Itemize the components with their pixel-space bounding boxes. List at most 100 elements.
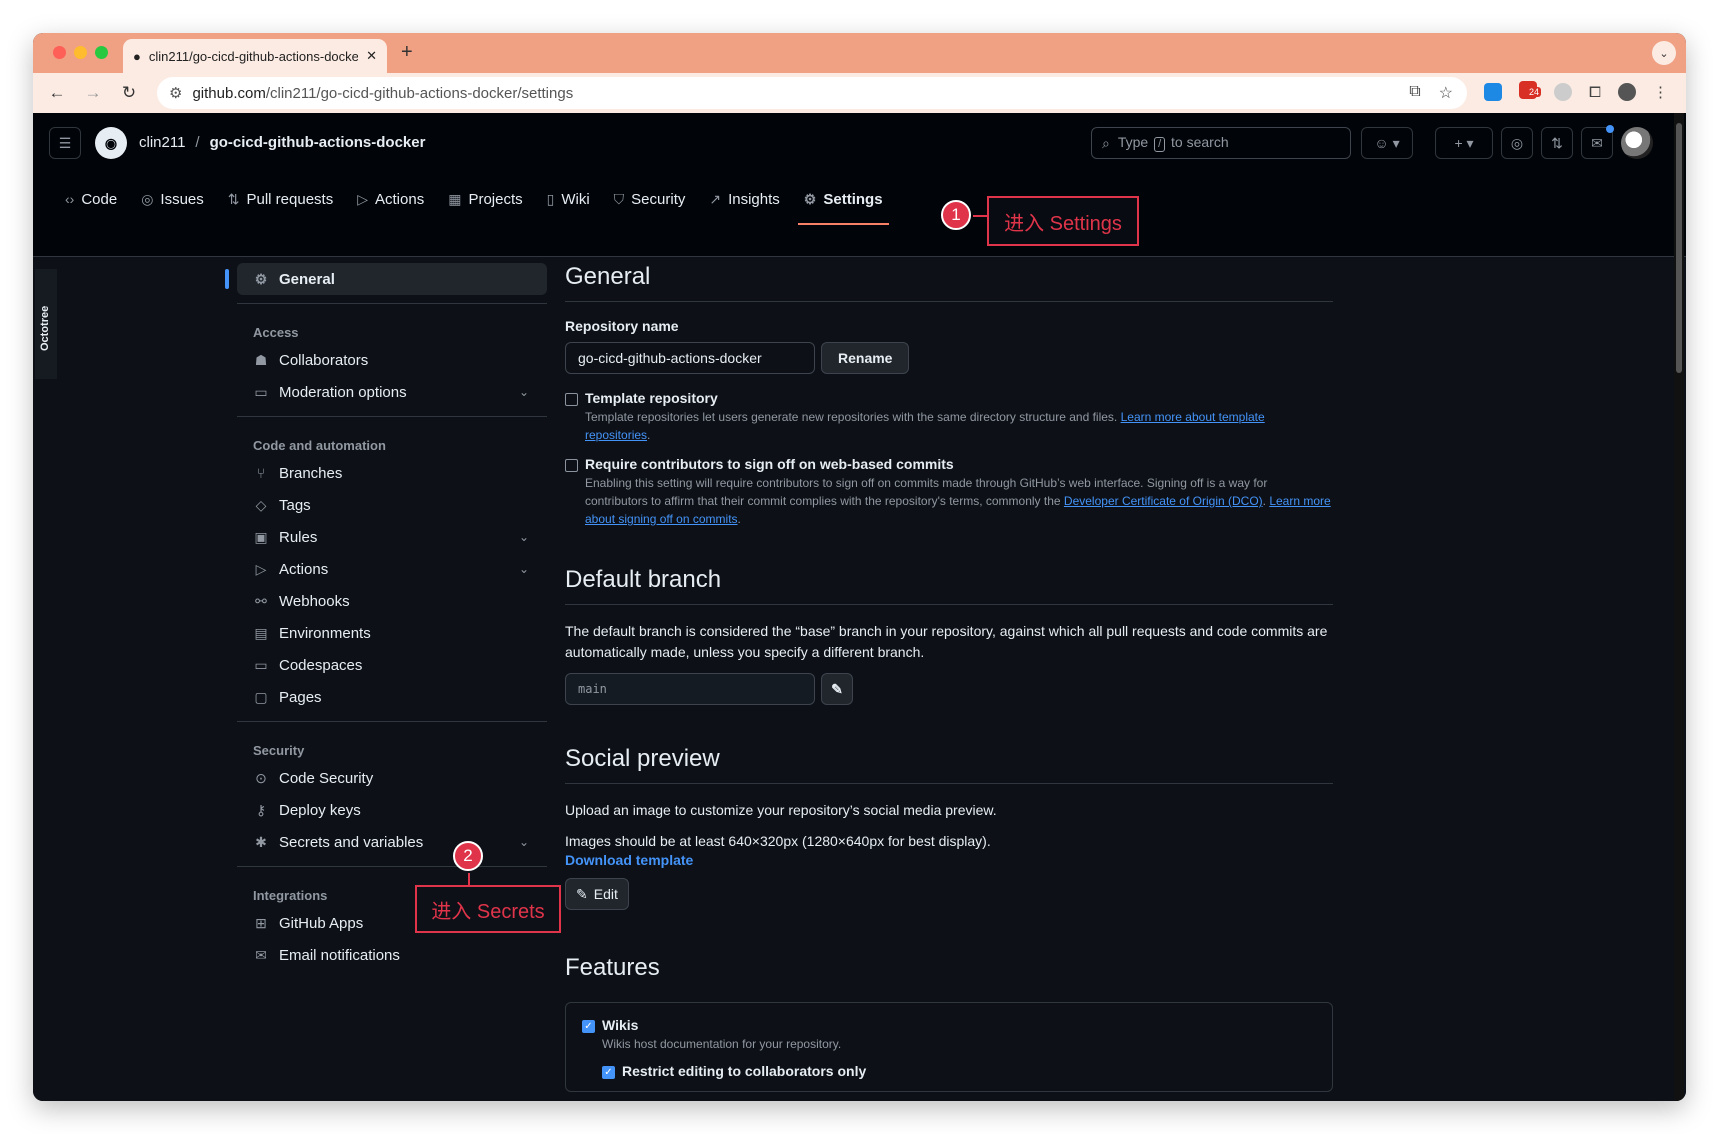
signoff-checkbox[interactable] [565, 459, 578, 472]
minimize-window-button[interactable] [74, 46, 87, 59]
url-field[interactable]: ⚙ github.com/clin211/go-cicd-github-acti… [157, 77, 1467, 109]
tab-pull-requests[interactable]: ⇅ Pull requests [216, 175, 345, 223]
webhook-icon: ⚯ [255, 592, 267, 609]
social-preview-size: Images should be at least 640×320px (128… [565, 833, 991, 849]
close-window-button[interactable] [53, 46, 66, 59]
back-button[interactable]: ← [39, 83, 75, 103]
people-icon: ☗ [254, 351, 268, 368]
sidebar-item-moderation[interactable]: ▭ Moderation options ⌄ [237, 376, 547, 408]
scrollbar[interactable] [1674, 113, 1684, 1101]
owner-link[interactable]: clin211 [139, 134, 185, 151]
default-branch-desc: The default branch is considered the “ba… [565, 623, 1328, 660]
sidebar-item-codespaces[interactable]: ▭ Codespaces [237, 649, 547, 681]
tab-security[interactable]: ⛉ Security [602, 175, 698, 223]
browser-tab[interactable]: ● clin211/go-cicd-github-actions-docker … [123, 39, 387, 73]
tab-settings[interactable]: ⚙ Settings [792, 175, 895, 225]
template-repo-checkbox[interactable] [565, 393, 578, 406]
pencil-icon: ✎ [576, 885, 588, 902]
github-logo-icon[interactable]: ◉ [95, 127, 127, 159]
sidebar-item-label: Pages [279, 688, 322, 706]
settings-sidebar: ⚙ General Access ☗ Collaborators ▭ Moderati… [225, 263, 547, 971]
sidebar-item-webhooks[interactable]: ⚯ Webhooks [237, 585, 547, 617]
reload-button[interactable]: ↻ [111, 83, 147, 103]
wikis-desc: Wikis host documentation for your reposi… [602, 1037, 842, 1051]
create-new-button[interactable]: + ▾ [1435, 127, 1493, 159]
avatar[interactable] [1621, 127, 1653, 159]
browser-icon: ▢ [254, 688, 268, 705]
sidebar-item-actions[interactable]: ▷ Actions ⌄ [237, 553, 547, 585]
close-tab-icon[interactable]: ✕ [366, 48, 377, 64]
sidebar-item-code-security[interactable]: ⊙ Code Security [237, 762, 547, 794]
bookmark-star-icon[interactable]: ☆ [1439, 83, 1453, 103]
issue-icon: ◎ [1510, 134, 1524, 151]
tab-insights[interactable]: ↗ Insights [697, 175, 791, 223]
octotree-toggle[interactable]: Octotree [35, 269, 57, 379]
react-devtools-icon[interactable] [1483, 83, 1502, 101]
sidebar-heading-security: Security [253, 743, 305, 758]
sidebar-item-branches[interactable]: ⑂ Branches [237, 457, 547, 489]
hamburger-menu-button[interactable]: ☰ [49, 127, 81, 159]
chevron-down-icon: ⌄ [518, 530, 529, 544]
address-bar: ← → ↻ ⚙ github.com/clin211/go-cicd-githu… [33, 73, 1686, 113]
sidebar-item-collaborators[interactable]: ☗ Collaborators [237, 344, 547, 376]
template-repo-desc: Template repositories let users generate… [585, 410, 1118, 424]
profile-icon[interactable] [1618, 83, 1636, 101]
play-icon: ▷ [255, 560, 267, 577]
forward-button[interactable]: → [75, 83, 111, 103]
tab-label: Actions [375, 190, 425, 208]
tab-actions[interactable]: ▷ Actions [345, 175, 436, 223]
sidebar-heading-access: Access [253, 325, 299, 340]
features-box: ✓ Wikis Wikis host documentation for you… [565, 1002, 1333, 1092]
default-branch-field: main [565, 673, 815, 705]
new-tab-button[interactable]: + [401, 41, 413, 64]
tab-search-button[interactable]: ⌄ [1652, 41, 1676, 65]
repo-link[interactable]: go-cicd-github-actions-docker [210, 134, 426, 151]
edit-branch-button[interactable]: ✎ [821, 673, 853, 705]
sidebar-item-general[interactable]: ⚙ General [225, 263, 547, 295]
chevron-down-icon: ⌄ [518, 385, 529, 399]
sidebar-item-tags[interactable]: ◇ Tags [237, 489, 547, 521]
dco-link[interactable]: Developer Certificate of Origin (DCO) [1064, 494, 1263, 508]
rename-button[interactable]: Rename [821, 342, 910, 374]
wikis-checkbox[interactable]: ✓ [582, 1020, 595, 1033]
social-preview-desc: Upload an image to customize your reposi… [565, 802, 997, 818]
apps-icon: ⊞ [255, 914, 267, 931]
mail-extension-icon[interactable]: 24 [1518, 81, 1541, 103]
edit-social-button[interactable]: ✎ Edit [565, 878, 629, 910]
extension-icon[interactable] [1553, 83, 1572, 101]
sidebar-item-environments[interactable]: ▤ Environments [237, 617, 547, 649]
tab-code[interactable]: ‹› Code [53, 175, 129, 223]
sidebar-item-label: Webhooks [279, 592, 350, 610]
puzzle-icon[interactable]: ⧠ [1589, 84, 1601, 101]
sidebar-item-rules[interactable]: ▣ Rules ⌄ [237, 521, 547, 553]
tab-wiki[interactable]: ▯ Wiki [535, 175, 602, 223]
tab-projects[interactable]: ▦ Projects [436, 175, 534, 223]
download-template-link[interactable]: Download template [565, 852, 1333, 868]
browser-window: ● clin211/go-cicd-github-actions-docker … [33, 33, 1686, 1101]
search-input[interactable]: ⌕ Type / to search [1091, 127, 1351, 159]
site-info-icon[interactable]: ⚙ [169, 84, 182, 102]
kebab-menu-icon[interactable]: ⋮ [1653, 83, 1668, 101]
sidebar-item-pages[interactable]: ▢ Pages [237, 681, 547, 713]
pull-requests-button[interactable]: ⇅ [1541, 127, 1573, 159]
sidebar-item-label: Email notifications [279, 946, 400, 964]
install-app-icon[interactable]: ⧉ [1409, 83, 1420, 103]
graph-icon: ↗ [709, 190, 722, 207]
codescan-icon: ⊙ [255, 769, 267, 786]
search-shortcut-key: / [1154, 137, 1166, 152]
maximize-window-button[interactable] [95, 46, 108, 59]
mail-icon: ✉ [255, 946, 267, 963]
sidebar-item-label: General [279, 270, 335, 288]
sidebar-item-email-notifications[interactable]: ✉ Email notifications [237, 939, 547, 971]
restrict-editing-checkbox[interactable]: ✓ [602, 1066, 615, 1079]
tab-issues[interactable]: ◎ Issues [129, 175, 216, 223]
copilot-button[interactable]: ☺ ▾ [1361, 127, 1413, 159]
repo-name-input[interactable]: go-cicd-github-actions-docker [565, 342, 815, 374]
chevron-down-icon: ⌄ [518, 835, 529, 849]
tag-icon: ◇ [255, 496, 267, 513]
sidebar-item-deploy-keys[interactable]: ⚷ Deploy keys [237, 794, 547, 826]
sidebar-item-secrets[interactable]: ✱ Secrets and variables ⌄ [237, 826, 547, 858]
issues-button[interactable]: ◎ [1501, 127, 1533, 159]
scrollbar-thumb[interactable] [1676, 123, 1682, 373]
window-controls [53, 46, 108, 59]
